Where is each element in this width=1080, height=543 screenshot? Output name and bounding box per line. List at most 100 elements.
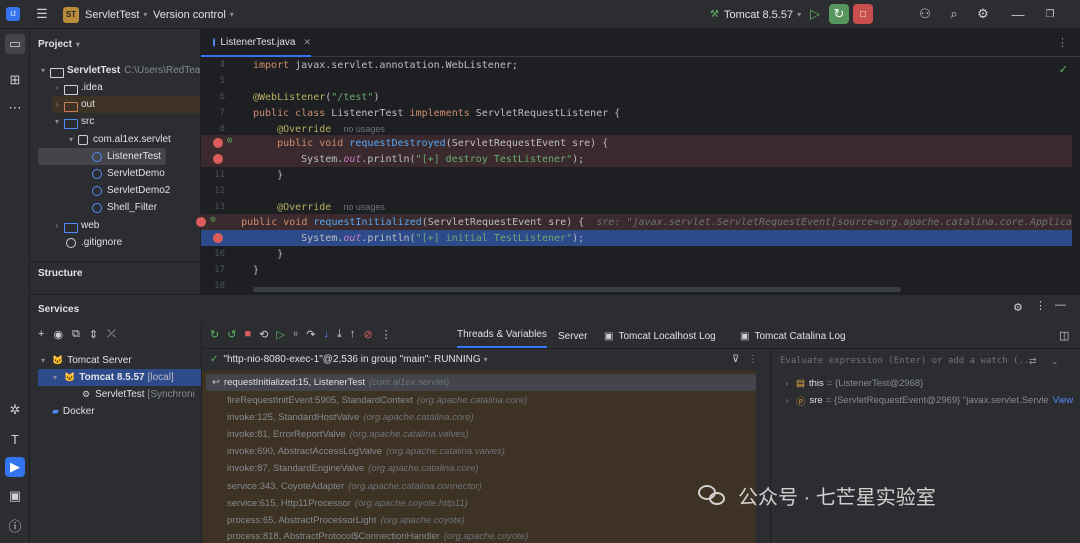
eye-icon[interactable]: ◉: [53, 328, 63, 341]
frame-row[interactable]: fireRequestInitEvent:5905, StandardConte…: [202, 392, 756, 409]
close-icon[interactable]: ✕: [303, 37, 311, 48]
stop-icon[interactable]: □: [853, 4, 873, 24]
hide-panel-icon[interactable]: —: [1055, 299, 1066, 311]
resume-icon[interactable]: ▷: [276, 328, 284, 341]
frame-row[interactable]: process:65, AbstractProcessorLight (org.a…: [202, 512, 756, 529]
tree-item-gitignore[interactable]: .gitignore: [62, 234, 122, 251]
editor-tab[interactable]: ListenerTest.java ✕: [201, 29, 311, 57]
build-hammer-icon[interactable]: T: [5, 429, 25, 449]
tab-threads-variables[interactable]: Threads & Variables: [457, 322, 547, 348]
frame-row-current[interactable]: ↩ requestInitialized:15, ListenerTest (co…: [206, 374, 756, 391]
tree-item-idea[interactable]: › .idea: [52, 79, 103, 96]
filter-icon[interactable]: ⊽: [732, 354, 739, 365]
expand-all-icon[interactable]: ⇕: [89, 328, 98, 341]
add-icon[interactable]: +: [38, 328, 44, 341]
breakpoint-icon[interactable]: [213, 154, 223, 164]
update-icon[interactable]: ↺: [227, 328, 236, 341]
mute-breakpoints-icon[interactable]: ⊘: [363, 328, 372, 341]
breakpoint-icon[interactable]: [213, 233, 223, 243]
services-icon[interactable]: ▶: [5, 457, 25, 477]
tree-item-package[interactable]: ▾ com.al1ex.servlet: [66, 131, 171, 148]
frame-row[interactable]: invoke:87, StandardEngineValve (org.apach…: [202, 460, 756, 477]
swap-icon[interactable]: ⇄: [1029, 356, 1037, 367]
implement-marker-icon[interactable]: ⊙: [227, 136, 232, 146]
tab-server[interactable]: Server: [558, 322, 587, 350]
gear-icon[interactable]: ⚙: [973, 4, 993, 24]
project-panel-header[interactable]: Project ▾: [38, 36, 80, 53]
frame-row[interactable]: service:343, CoyoteAdapter (org.apache.ca…: [202, 478, 756, 495]
project-switcher[interactable]: ST ServletTest ▾: [63, 0, 147, 29]
minimize-icon[interactable]: —: [1008, 4, 1028, 24]
collapse-all-icon[interactable]: ⤫: [107, 328, 116, 341]
project-folder-icon[interactable]: ▭: [5, 34, 25, 54]
terminal-icon[interactable]: ▣: [5, 486, 25, 506]
more-vertical-icon[interactable]: ⋮: [748, 354, 758, 365]
pause-icon[interactable]: ⏸: [293, 328, 299, 341]
collapsed-chevron-icon: ›: [55, 221, 59, 230]
tree-item-shell-filter[interactable]: Shell_Filter: [90, 199, 157, 216]
structure-header[interactable]: Structure: [38, 265, 82, 282]
code-line: 12: [201, 183, 1072, 199]
frame-row[interactable]: service:615, Http11Processor (org.apache.…: [202, 495, 756, 512]
add-user-icon[interactable]: ⚇: [915, 4, 935, 24]
variable-value: = {ServletRequestEvent@2969} "javax.serv…: [825, 395, 1049, 406]
frame-row[interactable]: invoke:690, AbstractAccessLogValve (org.a…: [202, 443, 756, 460]
step-into-icon[interactable]: ↓: [324, 328, 330, 341]
rerun-icon[interactable]: ↻: [829, 4, 849, 24]
run-config-selector[interactable]: ⚒ Tomcat 8.5.57 ▾: [710, 0, 801, 29]
step-over-icon[interactable]: ↷: [306, 328, 315, 341]
frame-row[interactable]: invoke:81, ErrorReportValve (org.apache.c…: [202, 426, 756, 443]
view-breakpoints-icon[interactable]: ⋮: [381, 328, 392, 341]
frame-row[interactable]: invoke:125, StandardHostValve (org.apache…: [202, 409, 756, 426]
service-tomcat-server[interactable]: ▾ 🐱 Tomcat Server: [38, 352, 132, 369]
layout-icon[interactable]: ◫: [1059, 329, 1069, 342]
more-vertical-icon[interactable]: ⋮: [1035, 299, 1046, 312]
search-icon[interactable]: ⌕: [944, 4, 964, 24]
horizontal-scrollbar[interactable]: [253, 287, 901, 292]
restart-icon[interactable]: ⟲: [259, 328, 268, 341]
rerun-icon[interactable]: ↻: [210, 328, 219, 341]
thread-selector[interactable]: ✓ "http-nio-8080-exec-1"@2,536 in group …: [202, 350, 758, 369]
code-line-breakpoint: System.out.println("[+] destroy TestList…: [201, 151, 1072, 167]
tree-item-label: src: [81, 116, 95, 127]
tree-item-servletdemo[interactable]: ServletDemo: [90, 165, 165, 182]
implement-marker-icon[interactable]: ⊙: [210, 215, 215, 225]
variable-row[interactable]: › ⓟ sre = {ServletRequestEvent@2969} "ja…: [782, 392, 1073, 409]
force-step-into-icon[interactable]: ⤓: [337, 328, 342, 341]
stop-icon[interactable]: ■: [244, 328, 251, 341]
service-artifact[interactable]: ⚙ ServletTest [Synchroni: [82, 386, 202, 403]
breakpoint-icon[interactable]: [196, 217, 207, 227]
hamburger-menu-icon[interactable]: ☰: [32, 4, 52, 24]
log-icon: ▣: [740, 330, 750, 342]
evaluate-expression-input[interactable]: Evaluate expression (Enter) or add a wat…: [776, 352, 1072, 370]
tab-catalina-log[interactable]: ▣ Tomcat Catalina Log: [740, 322, 846, 350]
tab-localhost-log[interactable]: ▣ Tomcat Localhost Log: [604, 322, 716, 350]
problems-icon[interactable]: ⓘ: [5, 515, 25, 535]
tree-item-servletdemo2[interactable]: ServletDemo2: [90, 182, 170, 199]
tree-item-module[interactable]: ▾ ServletTest C:\Users\RedTeam\: [38, 62, 200, 79]
variable-row[interactable]: › ▤ this = {ListenerTest@2968}: [782, 375, 924, 392]
editor-scrollbar[interactable]: [1072, 57, 1080, 294]
service-tomcat-instance[interactable]: ▾ 🐱 Tomcat 8.5.57 [local]: [38, 369, 202, 386]
frame-row[interactable]: process:818, AbstractProtocol$Connection…: [202, 529, 756, 543]
tree-item-src[interactable]: ▾ src: [52, 113, 94, 130]
view-link[interactable]: View: [1053, 395, 1073, 406]
service-docker[interactable]: ▰ Docker: [52, 403, 95, 420]
code-line: 6 @WebListener("/test"): [201, 89, 1072, 105]
tree-item-listenertest[interactable]: ListenerTest: [38, 148, 166, 165]
tool-window-strip: ▭ ⊞ ⋯ ✲ T ▶ ▣ ⓘ: [0, 29, 30, 543]
expand-down-icon[interactable]: ⌄: [1051, 356, 1059, 367]
tree-item-out[interactable]: › out: [52, 96, 200, 113]
resume-icon[interactable]: ▷: [805, 4, 825, 24]
debug-bug-icon[interactable]: ✲: [5, 400, 25, 420]
more-icon[interactable]: ⋯: [5, 98, 25, 118]
vcs-menu[interactable]: Version control ▾: [153, 0, 234, 29]
restore-icon[interactable]: ❐: [1040, 4, 1060, 24]
settings-icon[interactable]: ⚙: [1013, 301, 1023, 314]
more-vertical-icon[interactable]: ⋮: [1057, 36, 1068, 49]
structure-icon[interactable]: ⊞: [5, 70, 25, 90]
new-group-icon[interactable]: ⧉: [72, 328, 80, 341]
breakpoint-icon[interactable]: [213, 138, 223, 148]
tree-item-web[interactable]: › web: [52, 217, 99, 234]
step-out-icon[interactable]: ↑: [350, 328, 356, 341]
